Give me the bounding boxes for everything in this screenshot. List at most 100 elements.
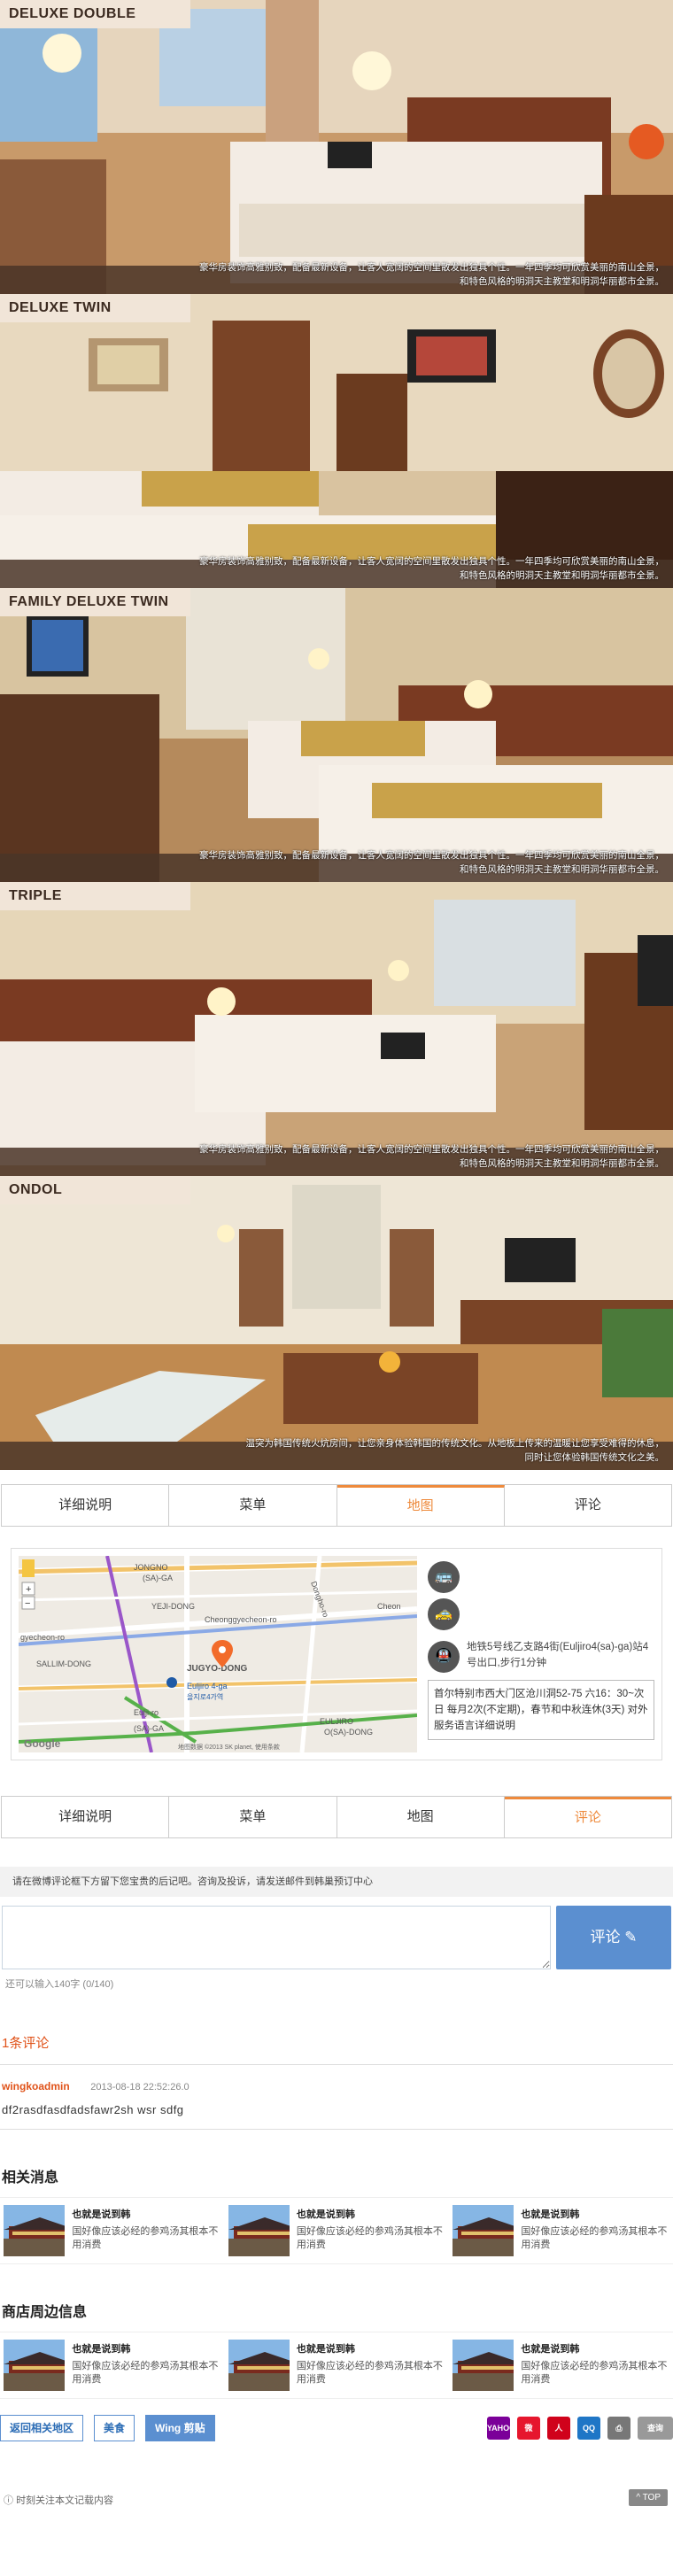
card-title: 也就是说到韩 (72, 2209, 131, 2220)
subway-row: 🚇 地铁5号线乙支路4街(Euljiro4(sa)-ga)站4号出口,步行1分钟 (428, 1636, 654, 1673)
nearby-card[interactable]: 也就是说到韩 国好像应该必经的参鸡汤其根本不用消费 (228, 2340, 445, 2391)
map-label: EULJIRO (320, 1717, 353, 1726)
print-icon[interactable]: ⎙ (607, 2417, 630, 2440)
room-desc-line2: 和特色风格的明洞天主教堂和明洞华丽都市全景。 (460, 1158, 664, 1169)
renren-icon[interactable]: 人 (547, 2417, 570, 2440)
nearby-card[interactable]: 也就是说到韩 国好像应该必经的参鸡汤其根本不用消费 (453, 2340, 669, 2391)
room-family-deluxe-twin: FAMILY DELUXE TWIN 豪华房装饰高雅别致，配备最新设备，让客人宽… (0, 588, 673, 882)
bus-icon: 🚌 (428, 1561, 460, 1593)
tab-map[interactable]: 地图 (336, 1797, 505, 1837)
taxi-icon: 🚕 (428, 1598, 460, 1630)
room-deluxe-twin: DELUXE TWIN 豪华房装饰高雅别致，配备最新设备，让客人宽阔的空间里散发… (0, 294, 673, 588)
tab-menu[interactable]: 菜单 (169, 1797, 337, 1837)
room-desc-line2: 同时让您体验韩国传统文化之美。 (524, 1452, 665, 1463)
card-title: 也就是说到韩 (521, 2344, 580, 2355)
comment-user[interactable]: wingkoadmin (2, 2080, 70, 2093)
room-photo (0, 0, 673, 294)
map-canvas[interactable]: + − JONGNO (SA)-GA YEJI-DONG Cheon gyech… (19, 1556, 417, 1752)
room-ondol: ONDOL 温突为韩国传统火炕房间，让您亲身体验韩国的传统文化。从地板上传来的温… (0, 1176, 673, 1470)
transit-info: 🚌 🚕 🚇 地铁5号线乙支路4街(Euljiro4(sa)-ga)站4号出口,步… (417, 1556, 654, 1752)
map-attribution[interactable]: 地图数据 ©2013 SK planet, 使用条款 (178, 1743, 280, 1751)
business-hours: 首尔特别市西大门区沧川洞52-75 六16：30~次日 每月2次(不定期)，春节… (428, 1680, 654, 1740)
map-label: JUGYO-DONG (187, 1664, 248, 1674)
room-desc-line2: 和特色风格的明洞天主教堂和明洞华丽都市全景。 (460, 276, 664, 287)
card-desc: 国好像应该必经的参鸡汤其根本不用消费 (72, 2226, 219, 2250)
comment-input[interactable] (2, 1906, 551, 1969)
map[interactable]: + − JONGNO (SA)-GA YEJI-DONG Cheon gyech… (19, 1556, 417, 1752)
card-title: 也就是说到韩 (296, 2209, 355, 2220)
tab-menu[interactable]: 菜单 (169, 1485, 337, 1526)
card-desc: 国好像应该必经的参鸡汤其根本不用消费 (521, 2361, 668, 2385)
map-label: (SA)-GA (134, 1724, 164, 1733)
room-desc-line1: 温突为韩国传统火炕房间，让您亲身体验韩国的传统文化。从地板上传来的温暖让您享受难… (245, 1438, 665, 1449)
card-desc: 国好像应该必经的参鸡汤其根本不用消费 (72, 2361, 219, 2385)
comment-composer: 评论 ✎ (0, 1906, 673, 1969)
room-desc-line1: 豪华房装饰高雅别致，配备最新设备，让客人宽阔的空间里散发出独具个性。一年四季均可… (199, 556, 664, 567)
related-news-title: 相关消息 (2, 2170, 59, 2185)
map-label: YEJI-DONG (151, 1602, 195, 1611)
back-to-region-button[interactable]: 返回相关地区 (0, 2415, 84, 2441)
zoom-out-button[interactable]: − (25, 1598, 30, 1609)
subway-icon: 🚇 (428, 1641, 460, 1673)
map-label: Eulji-ro (134, 1708, 159, 1717)
subway-text: 地铁5号线乙支路4街(Euljiro4(sa)-ga)站4号出口,步行1分钟 (467, 1642, 649, 1668)
map-label: (SA)-GA (143, 1574, 173, 1582)
submit-comment-button[interactable]: 评论 ✎ (556, 1906, 671, 1969)
tab-comments[interactable]: 评论 (504, 1797, 671, 1837)
back-to-top-button[interactable]: ^ TOP (629, 2489, 668, 2506)
tab-map[interactable]: 地图 (336, 1485, 505, 1526)
room-photo (0, 882, 673, 1176)
bottom-bar: ⓘ 时刻关注本文记载内容 ^ TOP (0, 2482, 673, 2518)
card-desc: 国好像应该必经的参鸡汤其根本不用消费 (296, 2361, 443, 2385)
room-label: ONDOL (0, 1176, 190, 1204)
room-label: DELUXE TWIN (0, 294, 190, 322)
room-photo (0, 588, 673, 882)
footer-actions: 返回相关地区 美食 Wing 剪贴 YAHOO 微 人 QQ ⎙ 查询 (0, 2415, 673, 2441)
tab-details[interactable]: 详细说明 (2, 1797, 170, 1837)
detail-tabs-secondary: 详细说明 菜单 地图 评论 (1, 1796, 672, 1838)
related-card[interactable]: 也就是说到韩 国好像应该必经的参鸡汤其根本不用消费 (4, 2205, 220, 2256)
room-label: TRIPLE (0, 882, 190, 910)
room-gallery: DELUXE DOUBLE 豪华房装饰高雅别致，配备最新设备，让客人宽阔的空间里… (0, 0, 673, 1470)
weibo-icon[interactable]: 微 (517, 2417, 540, 2440)
submit-comment-label: 评论 (590, 1929, 621, 1946)
pencil-icon: ✎ (624, 1929, 638, 1946)
map-label: gyecheon-ro (20, 1633, 65, 1642)
yahoo-icon[interactable]: YAHOO (487, 2417, 515, 2440)
map-label: Cheon (377, 1602, 401, 1611)
map-label: SALLIM-DONG (36, 1659, 91, 1668)
room-label: DELUXE DOUBLE (0, 0, 190, 28)
comment-item: wingkoadmin 2013-08-18 22:52:26.0 df2ras… (2, 2079, 673, 2116)
wing-clip-button[interactable]: Wing 剪贴 (145, 2415, 215, 2441)
query-icon[interactable]: 查询 (638, 2417, 673, 2440)
tab-comments[interactable]: 评论 (504, 1485, 671, 1526)
room-description: 豪华房装饰高雅别致，配备最新设备，让客人宽阔的空间里散发出独具个性。一年四季均可… (168, 554, 664, 583)
card-desc: 国好像应该必经的参鸡汤其根本不用消费 (521, 2226, 668, 2250)
comment-text: df2rasdfasdfadsfawr2sh wsr sdfg (2, 2103, 184, 2116)
thumbnail-image (453, 2340, 514, 2391)
nearby-card[interactable]: 也就是说到韩 国好像应该必经的参鸡汤其根本不用消费 (4, 2340, 220, 2391)
room-description: 豪华房装饰高雅别致，配备最新设备，让客人宽阔的空间里散发出独具个性。一年四季均可… (168, 260, 664, 289)
card-title: 也就是说到韩 (296, 2344, 355, 2355)
qq-icon[interactable]: QQ (577, 2417, 600, 2440)
room-desc-line2: 和特色风格的明洞天主教堂和明洞华丽都市全景。 (460, 864, 664, 875)
room-photo (0, 294, 673, 588)
room-desc-line1: 豪华房装饰高雅别致，配备最新设备，让客人宽阔的空间里散发出独具个性。一年四季均可… (199, 850, 664, 861)
food-button[interactable]: 美食 (94, 2415, 135, 2441)
room-desc-line1: 豪华房装饰高雅别致，配备最新设备，让客人宽阔的空间里散发出独具个性。一年四季均可… (199, 1144, 664, 1155)
card-title: 也就是说到韩 (521, 2209, 580, 2220)
card-desc: 国好像应该必经的参鸡汤其根本不用消费 (296, 2226, 443, 2250)
comment-notice: 请在微博评论框下方留下您宝贵的后记吧。咨询及投诉，请发送邮件到韩巢预订中心 (0, 1867, 673, 1897)
zoom-in-button[interactable]: + (26, 1584, 31, 1595)
room-description: 温突为韩国传统火炕房间，让您亲身体验韩国的传统文化。从地板上传来的温暖让您享受难… (168, 1436, 665, 1465)
related-card[interactable]: 也就是说到韩 国好像应该必经的参鸡汤其根本不用消费 (453, 2205, 669, 2256)
thumbnail-image (228, 2340, 290, 2391)
tab-details[interactable]: 详细说明 (2, 1485, 170, 1526)
related-card[interactable]: 也就是说到韩 国好像应该必经的参鸡汤其根本不用消费 (228, 2205, 445, 2256)
thumbnail-image (4, 2340, 66, 2391)
thumbnail-image (453, 2205, 514, 2256)
char-counter: 还可以输入140字 (0/140) (5, 1979, 114, 1990)
subway-station-marker (166, 1677, 177, 1688)
map-section: + − JONGNO (SA)-GA YEJI-DONG Cheon gyech… (11, 1548, 662, 1760)
pegman-icon[interactable] (22, 1559, 35, 1577)
